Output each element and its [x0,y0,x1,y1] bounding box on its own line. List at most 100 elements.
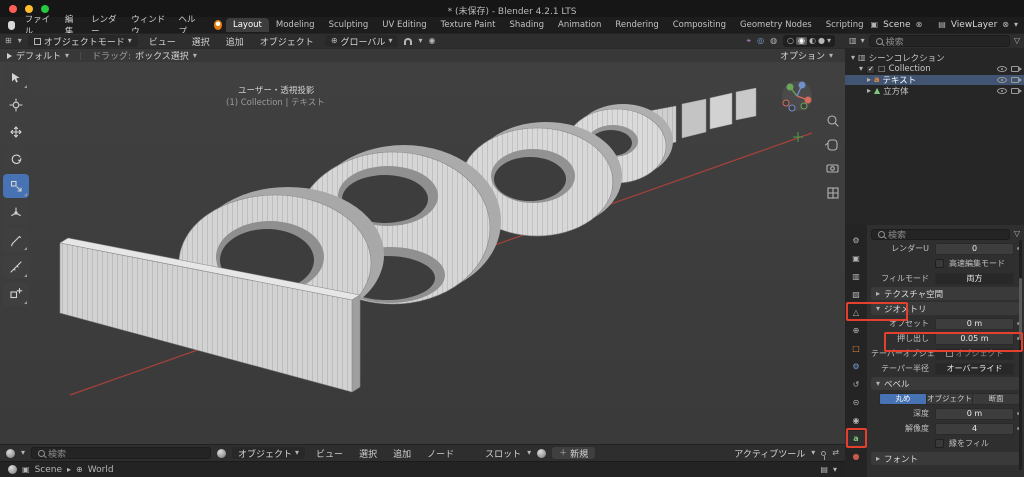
scene-selector[interactable]: Scene [883,20,910,30]
new-material-button[interactable]: ＋ 新規 [552,447,595,459]
properties-scrollbar[interactable] [1019,240,1022,470]
workspace-tab-rendering[interactable]: Rendering [608,18,665,32]
filter-icon[interactable]: ▽ [1014,230,1020,238]
snap-chevron-icon[interactable]: ▾ [418,37,422,45]
properties-search-input[interactable]: 検索 [871,229,1010,240]
editor-type-chevron-icon[interactable]: ▾ [18,37,22,45]
bevel-resolution-field[interactable]: 4 [935,423,1014,435]
fast-edit-checkbox[interactable] [935,259,944,268]
tool-cursor[interactable] [3,93,29,117]
properties-tab-material[interactable]: ● [845,449,867,465]
viewlayer-unlink-icon[interactable]: ⊗ [1002,21,1009,29]
properties-tab-physics[interactable]: ↺ [845,377,867,393]
camera-view-icon[interactable] [827,165,838,172]
chevron-down-icon[interactable]: ▾ [65,52,69,60]
editor-type-shader-icon[interactable] [6,449,15,458]
options-dropdown[interactable]: オプション [780,49,825,62]
chevron-down-icon[interactable]: ▾ [861,37,865,45]
filter-icon[interactable]: ▽ [1014,37,1020,45]
material-browse-icon[interactable] [537,449,546,458]
font-section[interactable]: ▸ フォント [871,452,1020,465]
tool-rotate[interactable] [3,147,29,171]
drag-mode-dropdown[interactable]: ボックス選択 [135,49,189,62]
shading-solid-icon[interactable]: ◉ [796,37,807,45]
tool-transform[interactable] [3,201,29,225]
mode-dropdown[interactable]: オブジェクトモード ▾ [28,35,138,47]
orthographic-grid-icon[interactable] [828,188,838,198]
breadcrumb-scene[interactable]: Scene [35,465,62,475]
taper-radius-dropdown[interactable]: オーバーライド [935,363,1014,375]
bevel-mode-object[interactable]: オブジェクト [927,394,974,404]
outliner-item-text[interactable]: ▸ a テキスト [845,75,1024,85]
disable-render-icon[interactable] [1011,88,1019,94]
shading-material-icon[interactable]: ◐ [809,37,816,45]
properties-tab-object-data[interactable]: a [845,431,867,447]
pan-hand-icon[interactable] [826,140,838,150]
tool-add-cube[interactable] [3,282,29,306]
tool-annotate[interactable] [3,228,29,252]
properties-tab-modifiers[interactable]: ⚙ [845,359,867,375]
properties-tab-constraints[interactable]: ⊝ [845,395,867,411]
breadcrumb-world[interactable]: World [88,465,114,475]
workspace-tab-sculpting[interactable]: Sculpting [322,18,376,32]
node-menu-select[interactable]: 選択 [354,447,382,460]
chevron-down-icon[interactable]: ▾ [1014,21,1018,29]
outliner-search-input[interactable]: 検索 [869,35,1010,47]
viewport-3d[interactable]: ユーザー・透視投影 (1) Collection | テキスト [0,62,845,444]
workspace-tab-shading[interactable]: Shading [502,18,551,32]
collection-checkbox[interactable] [866,65,875,74]
viewport-canvas[interactable] [0,62,845,444]
disable-render-icon[interactable] [1011,77,1019,83]
menu-object[interactable]: オブジェクト [255,35,319,48]
shader-type-dropdown[interactable]: オブジェクト ▾ [232,447,305,459]
properties-tab-object[interactable]: □ [845,341,867,357]
chevron-down-icon[interactable]: ▾ [527,449,531,457]
properties-tab-scene[interactable]: △ [845,305,867,321]
apple-menu-icon[interactable] [8,21,15,30]
scene-unlink-icon[interactable]: ⊗ [916,21,923,29]
transform-orientation-dropdown[interactable]: ⊕ グローバル ▾ [325,35,399,47]
tool-move[interactable] [3,120,29,144]
workspace-tab-geometry-nodes[interactable]: Geometry Nodes [733,18,819,32]
outliner-item-collection[interactable]: ▾ □ Collection [845,64,1024,74]
node-menu-node[interactable]: ノード [422,447,459,460]
fill-caps-checkbox[interactable] [935,439,944,448]
pin-icon[interactable] [821,451,826,456]
node-menu-view[interactable]: ビュー [311,447,348,460]
disclosure-icon[interactable]: ▸ [867,87,871,95]
editor-type-chevron-icon[interactable]: ▾ [21,449,25,457]
geometry-section[interactable]: ▾ ジオメトリ [871,302,1020,315]
properties-tab-view-layer[interactable]: ▧ [845,287,867,303]
viewlayer-selector[interactable]: ViewLayer [951,20,997,30]
workspace-tab-animation[interactable]: Animation [551,18,608,32]
outliner-item-cube[interactable]: ▸ ▲ 立方体 [845,86,1024,96]
properties-tab-tool[interactable]: ⚙ [845,233,867,249]
tool-measure[interactable] [3,255,29,279]
tool-select-box[interactable] [3,66,29,90]
gizmo-toggle-icon[interactable]: ⌖ [747,37,752,45]
workspace-tab-scripting[interactable]: Scripting [819,18,871,32]
disable-render-icon[interactable] [1011,66,1019,72]
disclosure-icon[interactable]: ▸ [867,76,871,84]
shading-wireframe-icon[interactable]: ○ [787,37,794,45]
proportional-edit-icon[interactable]: ◉ [428,37,435,45]
chevron-down-icon[interactable]: ▾ [829,52,833,60]
xray-toggle-icon[interactable]: ◍ [770,37,777,45]
3d-text-object[interactable] [60,88,756,392]
workspace-tab-layout[interactable]: Layout [226,18,269,32]
outliner-item-scene-collection[interactable]: ▾ ▥ シーンコレクション [845,53,1024,63]
tool-preset-dropdown[interactable]: デフォルト [16,49,61,62]
active-tool-dropdown[interactable]: アクティブツール [734,447,805,460]
overlays-toggle-icon[interactable]: ◎ [757,37,764,45]
texture-space-section[interactable]: ▸ テクスチャ空間 [871,287,1020,300]
properties-tab-world[interactable]: ⊕ [845,323,867,339]
shading-chevron-icon[interactable]: ▾ [827,37,831,45]
zoom-control-icon[interactable] [828,116,838,126]
hide-viewport-icon[interactable] [997,66,1007,72]
shading-rendered-icon[interactable]: ● [818,37,825,45]
fill-mode-dropdown[interactable]: 両方 [935,273,1014,285]
workspace-tab-uv-editing[interactable]: UV Editing [375,18,433,32]
bevel-mode-round[interactable]: 丸め [880,394,927,404]
properties-tab-output[interactable]: ▥ [845,269,867,285]
properties-tab-particles[interactable]: ◉ [845,413,867,429]
